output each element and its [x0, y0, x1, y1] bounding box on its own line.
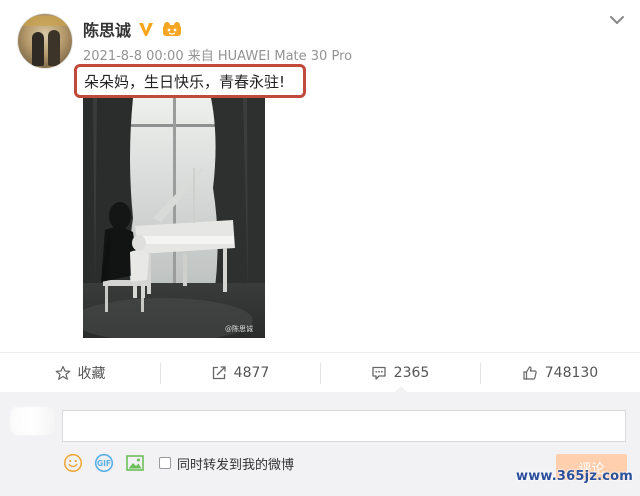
avatar-figure-right [48, 30, 60, 66]
like-count: 748130 [544, 364, 599, 381]
like-icon [523, 365, 537, 380]
favorite-label: 收藏 [77, 365, 106, 382]
weibo-post: 陈思诚 2021-8-8 00:00 来自 HUAWEI Mate 30 Pro… [0, 0, 640, 355]
post-image[interactable]: @陈思诚 [83, 98, 265, 338]
chevron-down-icon[interactable] [608, 12, 626, 26]
post-text: 朵朵妈，生日快乐，青春永驻! [84, 72, 286, 91]
repost-checkbox[interactable] [159, 457, 171, 469]
post-text-highlight: 朵朵妈，生日快乐，青春永驻! [74, 64, 306, 98]
star-icon [55, 365, 70, 380]
post-meta: 2021-8-8 00:00 来自 HUAWEI Mate 30 Pro [83, 49, 353, 64]
verified-v-icon [137, 20, 155, 38]
favorite-button[interactable]: 收藏 [0, 353, 160, 392]
repost-checkbox-row[interactable]: 同时转发到我的微博 [159, 454, 294, 473]
username[interactable]: 陈思诚 [83, 17, 131, 41]
like-button[interactable]: 748130 [480, 353, 640, 392]
avatar-figure-left [32, 32, 44, 66]
comment-count: 2365 [393, 364, 430, 381]
site-watermark: www.365jz.com [516, 469, 634, 484]
avatar[interactable] [17, 13, 73, 69]
author-row: 陈思诚 [83, 17, 183, 41]
share-icon [212, 365, 226, 379]
emoji-icon[interactable] [62, 452, 84, 474]
repost-count: 4877 [233, 364, 270, 381]
comment-icon [372, 366, 386, 380]
commenter-avatar [10, 407, 55, 435]
image-watermark: @陈思诚 [225, 325, 253, 333]
comment-input[interactable] [62, 410, 626, 442]
comment-toolbar: GIF 同时转发到我的微博 [62, 451, 294, 475]
gif-icon[interactable]: GIF [93, 452, 115, 474]
svg-text:GIF: GIF [97, 459, 111, 468]
repost-button[interactable]: 4877 [160, 353, 320, 392]
image-icon[interactable] [124, 452, 146, 474]
member-badge-icon [161, 20, 183, 38]
repost-checkbox-label: 同时转发到我的微博 [177, 457, 295, 473]
action-bar: 收藏 4877 2365 748130 [0, 352, 640, 393]
comment-button[interactable]: 2365 [320, 353, 480, 393]
avatar-banner [18, 16, 72, 26]
